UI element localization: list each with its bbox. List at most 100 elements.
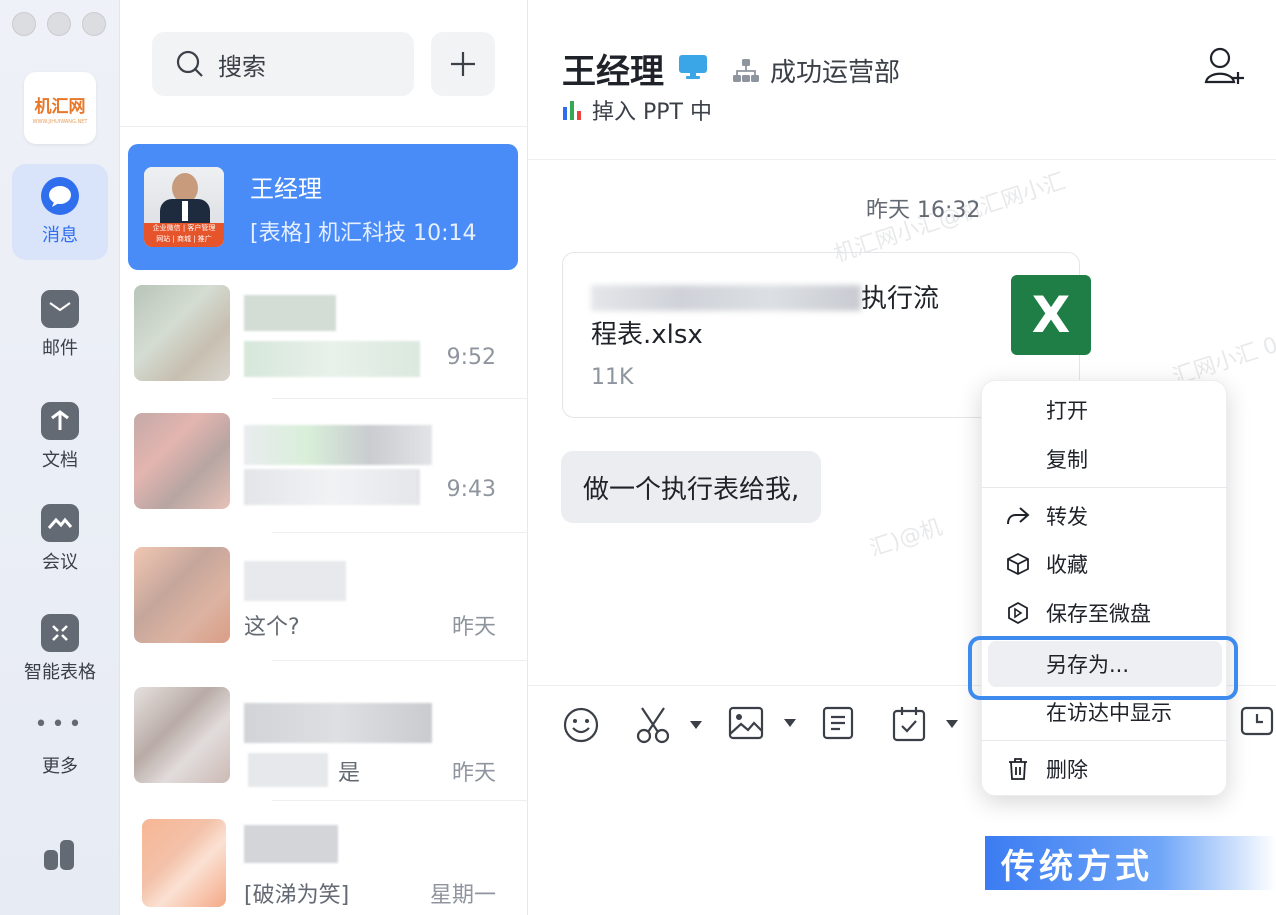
zoom-window-button[interactable]: [82, 12, 106, 36]
last-message-preview: [表格] 机汇科技 10:14: [250, 221, 477, 246]
scissors-icon: [636, 707, 670, 744]
workbench-icon[interactable]: [42, 836, 78, 876]
history-button[interactable]: [1240, 706, 1274, 740]
last-message-preview: 这个?: [244, 615, 300, 640]
menu-item-save-as[interactable]: 另存为...: [988, 641, 1222, 687]
conversation-time: 昨天: [451, 761, 496, 786]
blurred-avatar: [134, 285, 230, 381]
conversation-item[interactable]: 是 昨天: [128, 672, 518, 798]
last-message-preview: [破涕为笑]: [244, 883, 350, 908]
plus-icon: [451, 52, 475, 76]
bar-chart-status-icon: [563, 101, 581, 120]
nav-label-docs: 文档: [42, 450, 78, 471]
new-chat-button[interactable]: [431, 32, 495, 96]
conversation-item[interactable]: 这个? 昨天: [128, 532, 518, 658]
conversation-list: 搜索 企业微信 | 客户管理 网站 | 商城 | 推广 王经理 [表格] 机汇科…: [120, 0, 614, 915]
menu-label-copy: 复制: [1046, 448, 1088, 472]
mail-icon: [41, 290, 79, 328]
clock-bubble-icon: [1240, 706, 1274, 736]
chevron-down-icon[interactable]: [784, 719, 796, 727]
nav-item-smart-sheet[interactable]: 智能表格: [12, 614, 108, 684]
nav-item-meetings[interactable]: 会议: [12, 504, 108, 574]
favorite-box-icon: [1004, 552, 1032, 576]
weidisk-icon: [1004, 601, 1032, 625]
blurred-avatar: [142, 819, 226, 907]
nav-item-docs[interactable]: 文档: [12, 402, 108, 472]
menu-label-save-weidisk: 保存至微盘: [1046, 602, 1151, 626]
menu-item-open[interactable]: 打开: [982, 387, 1228, 433]
menu-item-save-weidisk[interactable]: 保存至微盘: [982, 590, 1228, 636]
emoji-button[interactable]: [562, 706, 600, 744]
meeting-icon: [41, 504, 79, 542]
chat-contact-name[interactable]: 王经理: [562, 44, 664, 93]
chat-bubble-icon: [41, 177, 79, 215]
nav-label-smart-sheet: 智能表格: [24, 662, 96, 683]
nav-label-messages: 消息: [42, 225, 78, 246]
excel-file-icon: X: [1011, 275, 1091, 355]
calendar-check-icon: [892, 707, 926, 742]
last-message-preview: 是: [338, 761, 361, 786]
close-window-button[interactable]: [12, 12, 36, 36]
chevron-down-icon[interactable]: [690, 721, 702, 729]
minimize-window-button[interactable]: [47, 12, 71, 36]
conversation-item-active[interactable]: 企业微信 | 客户管理 网站 | 商城 | 推广 王经理 [表格] 机汇科技 1…: [128, 144, 518, 270]
file-name-line2: 程表.xlsx: [591, 320, 703, 350]
menu-label-delete: 删除: [1046, 758, 1088, 782]
add-member-button[interactable]: [1204, 46, 1246, 90]
list-divider: [120, 126, 528, 127]
chevron-down-icon[interactable]: [946, 720, 958, 728]
document-icon: [41, 402, 79, 440]
menu-item-forward[interactable]: 转发: [982, 493, 1228, 539]
nav-item-messages[interactable]: 消息: [12, 164, 108, 260]
image-icon: [728, 706, 764, 740]
document-outline-icon: [822, 706, 854, 740]
message-bubble[interactable]: 做一个执行表给我,: [561, 451, 822, 523]
document-button[interactable]: [822, 706, 854, 740]
overlay-caption: 传统方式: [985, 836, 1276, 890]
conversation-meta: 王经理 [表格] 机汇科技 10:14: [250, 167, 518, 247]
nav-label-meetings: 会议: [42, 552, 78, 573]
menu-label-show-in-finder: 在访达中显示: [1046, 701, 1172, 725]
search-placeholder: 搜索: [218, 52, 266, 81]
file-name-suffix: 执行流: [861, 284, 940, 314]
avatar-caption-1: 企业微信 | 客户管理: [152, 224, 216, 232]
menu-label-save-as: 另存为...: [1046, 653, 1130, 677]
status-line: 掉入 PPT 中: [562, 94, 712, 126]
emoji-icon: [563, 707, 599, 743]
conversation-time: 星期一: [429, 883, 496, 908]
conversation-item[interactable]: 9:43: [128, 398, 518, 524]
forward-icon: [1004, 506, 1032, 526]
status-text: 掉入 PPT 中: [592, 100, 712, 125]
search-box[interactable]: 搜索: [152, 32, 414, 96]
blurred-avatar: [134, 687, 230, 783]
menu-item-show-in-finder[interactable]: 在访达中显示: [982, 689, 1228, 735]
avatar-caption-2: 网站 | 商城 | 推广: [156, 235, 212, 243]
schedule-button[interactable]: [892, 706, 958, 742]
nav-item-more[interactable]: ••• 更多: [12, 712, 108, 778]
menu-label-forward: 转发: [1046, 505, 1088, 529]
conversation-time: 昨天: [451, 615, 496, 640]
logo-text: 机汇网: [34, 96, 86, 117]
department[interactable]: 成功运营部: [732, 52, 900, 89]
blurred-avatar: [134, 547, 230, 643]
chat-header: 王经理 成功运营部 掉入 PPT 中: [528, 0, 1276, 160]
trash-icon: [1004, 757, 1032, 781]
smart-sheet-icon: [41, 614, 79, 652]
screenshot-button[interactable]: [636, 706, 702, 744]
blurred-avatar: [134, 413, 230, 509]
nav-label-more: 更多: [42, 756, 78, 777]
app-logo[interactable]: 机汇网 WWW.JIHUIWANG.NET: [24, 72, 96, 144]
desktop-online-icon: [678, 54, 708, 84]
nav-item-mail[interactable]: 邮件: [12, 290, 108, 360]
file-context-menu: 打开 复制 转发 收藏 保存至微盘 另存为... 在访达中显示 删除: [981, 380, 1228, 796]
conversation-item[interactable]: 9:52: [128, 270, 518, 396]
nav-label-mail: 邮件: [42, 338, 78, 359]
menu-item-copy[interactable]: 复制: [982, 436, 1228, 482]
conversation-item[interactable]: [破涕为笑] 星期一: [128, 800, 518, 915]
org-chart-icon: [733, 58, 759, 82]
menu-item-favorite[interactable]: 收藏: [982, 541, 1228, 587]
image-button[interactable]: [728, 706, 796, 740]
menu-item-delete[interactable]: 删除: [982, 746, 1228, 792]
more-icon: •••: [34, 712, 86, 737]
department-name: 成功运营部: [770, 58, 901, 88]
